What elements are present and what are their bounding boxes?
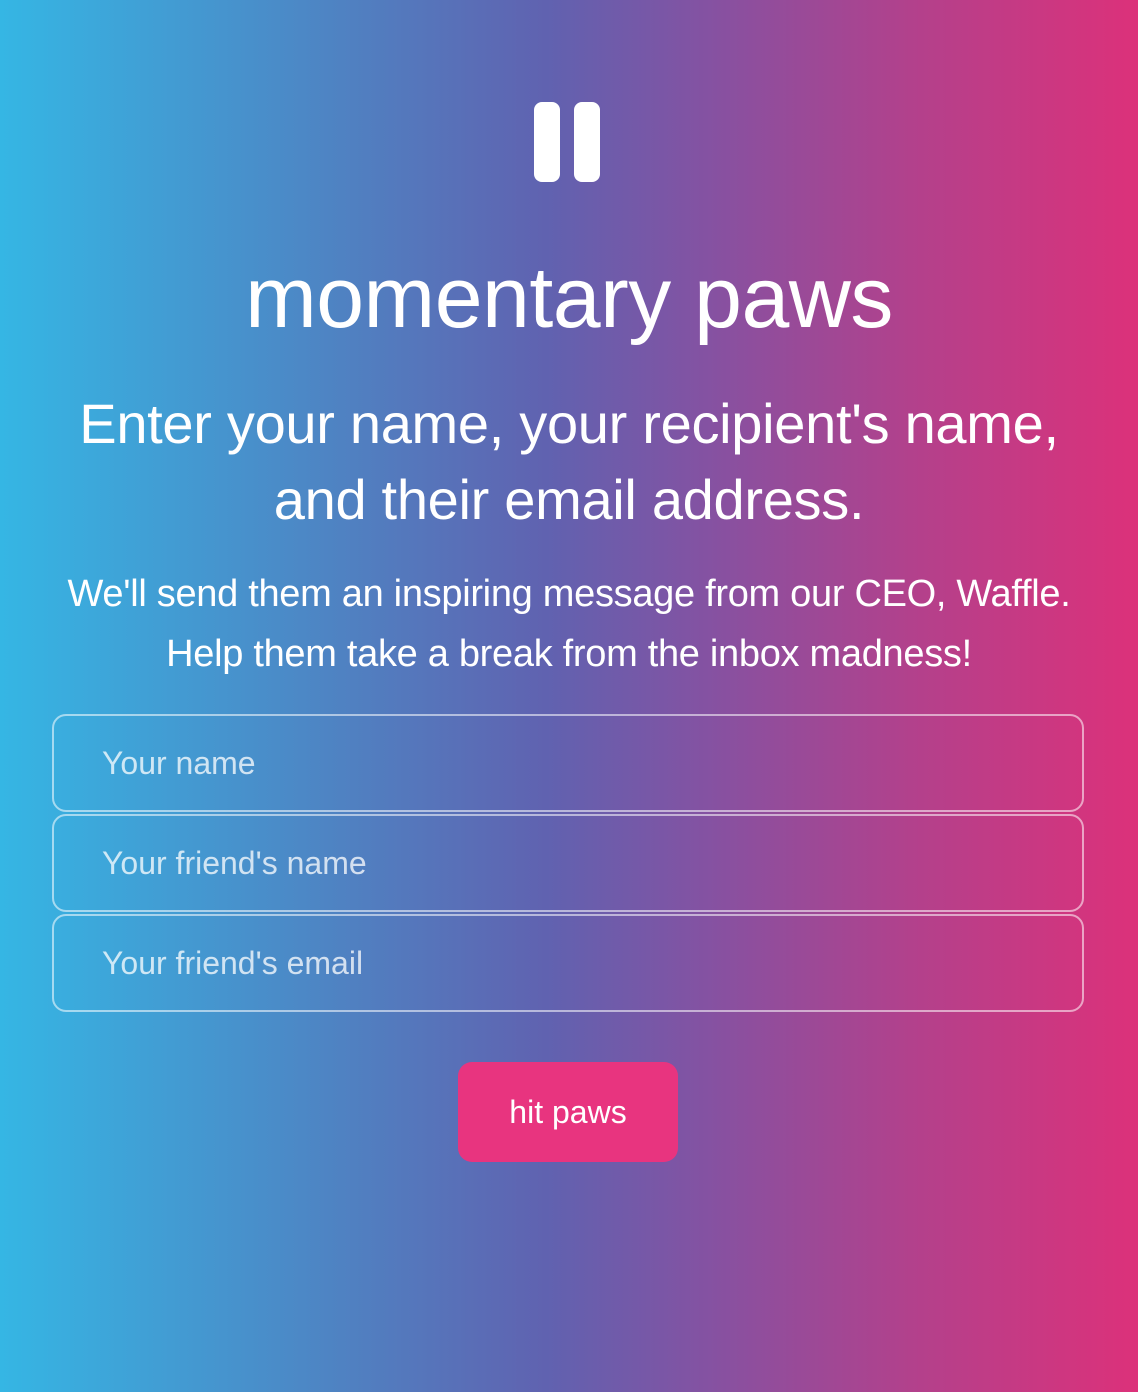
pause-icon [534,102,602,182]
friend-email-input[interactable] [52,914,1084,1012]
description-line-1: We'll send them an inspiring message fro… [67,573,1071,615]
send-form [52,714,1084,1014]
friend-name-input[interactable] [52,814,1084,912]
pause-icon-right-bar [574,102,600,182]
page: momentary paws Enter your name, your rec… [0,0,1138,1392]
hit-paws-button[interactable]: hit paws [458,1062,678,1162]
description-line-2: Help them take a break from the inbox ma… [166,633,972,675]
your-name-input[interactable] [52,714,1084,812]
app-title: momentary paws [245,250,893,346]
description: We'll send them an inspiring message fro… [20,564,1118,684]
instructions-heading: Enter your name, your recipient's name, … [79,392,1059,531]
pause-icon-left-bar [534,102,560,182]
